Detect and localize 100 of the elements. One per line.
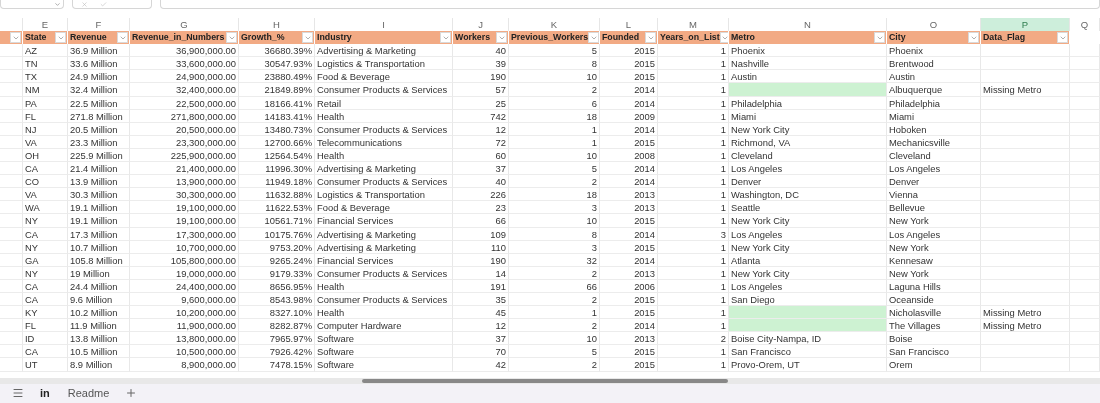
table-cell: Advertising & Marketing [315, 44, 453, 58]
table-cell: VA [23, 188, 68, 202]
cancel-icon[interactable] [81, 1, 88, 8]
table-cell: 10 [509, 70, 600, 84]
table-cell: 1 [658, 70, 729, 84]
table-cell: FL [23, 319, 68, 333]
table-cell: Logistics & Transportation [315, 188, 453, 202]
column-letter[interactable]: P [981, 18, 1070, 31]
name-box[interactable] [0, 0, 64, 9]
check-icon[interactable] [100, 1, 107, 8]
table-cell: Bellevue [887, 201, 981, 215]
filter-button[interactable] [302, 32, 313, 44]
table-cell: Nicholasville [887, 306, 981, 320]
formula-bar[interactable] [160, 0, 1100, 9]
table-cell: 2 [509, 358, 600, 372]
table-cell: 11996.30% [239, 162, 315, 176]
filter-button[interactable] [117, 32, 128, 44]
filter-button[interactable] [440, 32, 451, 44]
table-cell: 2013 [600, 188, 658, 202]
table-cell: 2015 [600, 306, 658, 320]
table-cell: 36,900,000.00 [130, 44, 239, 58]
filter-button[interactable] [874, 32, 885, 44]
table-cell: 2015 [600, 57, 658, 71]
table-cell: AZ [23, 44, 68, 58]
column-header: Data_Flag [983, 31, 1026, 45]
table-cell: Food & Beverage [315, 70, 453, 84]
table-cell: 10 [509, 332, 600, 346]
table-cell: 21.4 Million [68, 162, 130, 176]
table-cell: 10 [509, 214, 600, 228]
filter-button[interactable] [226, 32, 237, 44]
menu-icon[interactable] [12, 387, 24, 400]
table-cell: Phoenix [887, 44, 981, 58]
table-cell: Denver [887, 175, 981, 189]
table-cell: 2015 [600, 214, 658, 228]
table-cell: Computer Hardware [315, 319, 453, 333]
filter-button[interactable] [968, 32, 979, 44]
table-cell: 2014 [600, 319, 658, 333]
table-cell: Provo-Orem, UT [729, 358, 887, 372]
table-cell: 10,500,000.00 [130, 345, 239, 359]
filter-button[interactable] [645, 32, 656, 44]
sheet-tab[interactable]: Readme [65, 387, 112, 400]
table-cell: 19.1 Million [68, 214, 130, 228]
table-cell: TX [23, 70, 68, 84]
table-cell: Nashville [729, 57, 887, 71]
table-cell: Boise City-Nampa, ID [729, 332, 887, 346]
table-cell: 42 [453, 358, 509, 372]
table-cell: 24,900,000.00 [130, 70, 239, 84]
table-cell: Advertising & Marketing [315, 162, 453, 176]
table-cell: 1 [658, 44, 729, 58]
table-cell: 7965.97% [239, 332, 315, 346]
scrollbar-thumb[interactable] [362, 378, 728, 383]
table-cell: 8.9 Million [68, 358, 130, 372]
table-cell: 36680.39% [239, 44, 315, 58]
table-cell: 1 [658, 319, 729, 333]
add-sheet-icon[interactable] [125, 387, 138, 400]
table-cell: Austin [729, 70, 887, 84]
table-cell: 7478.15% [239, 358, 315, 372]
table-cell: 1 [658, 214, 729, 228]
filter-button[interactable] [496, 32, 507, 44]
table-cell: 10.2 Million [68, 306, 130, 320]
table-cell: 21849.89% [239, 83, 315, 97]
table-cell: 11,900,000.00 [130, 319, 239, 333]
filter-button[interactable] [1057, 32, 1068, 44]
table-cell: Los Angeles [887, 162, 981, 176]
table-cell: 2 [509, 175, 600, 189]
table-cell: 8282.87% [239, 319, 315, 333]
filter-button[interactable] [10, 32, 21, 44]
table-cell: 13.8 Million [68, 332, 130, 346]
table-cell: 30,300,000.00 [130, 188, 239, 202]
column-header: State [25, 31, 47, 45]
table-cell: 11.9 Million [68, 319, 130, 333]
table-cell: Phoenix [729, 44, 887, 58]
table-cell: 33,600,000.00 [130, 57, 239, 71]
table-cell: 11632.88% [239, 188, 315, 202]
filter-button[interactable] [588, 32, 599, 44]
table-cell: 2013 [600, 201, 658, 215]
table-cell: 19,100,000.00 [130, 201, 239, 215]
sheet-tab[interactable]: in [38, 387, 52, 400]
table-cell [1070, 44, 1100, 58]
column-header: Revenue [70, 31, 107, 45]
table-cell: 2 [509, 319, 600, 333]
table-cell: 13,900,000.00 [130, 175, 239, 189]
table-cell: San Francisco [729, 345, 887, 359]
table-cell: 10561.71% [239, 214, 315, 228]
table-cell: ID [23, 332, 68, 346]
filter-button[interactable] [719, 32, 728, 44]
table-cell: 2014 [600, 83, 658, 97]
filter-button[interactable] [55, 32, 66, 44]
table-cell: 11622.53% [239, 201, 315, 215]
table-cell: Missing Metro [981, 83, 1070, 97]
table-cell: 2015 [600, 44, 658, 58]
table-cell: 24.9 Million [68, 70, 130, 84]
table-cell: 1 [658, 83, 729, 97]
table-cell: 8327.10% [239, 306, 315, 320]
table-cell: 33.6 Million [68, 57, 130, 71]
column-header: Revenue_in_Numbers [132, 31, 225, 45]
table-cell: 2014 [600, 162, 658, 176]
table-cell: 5 [509, 345, 600, 359]
table-cell: Missing Metro [981, 306, 1070, 320]
table-cell: 37 [453, 332, 509, 346]
